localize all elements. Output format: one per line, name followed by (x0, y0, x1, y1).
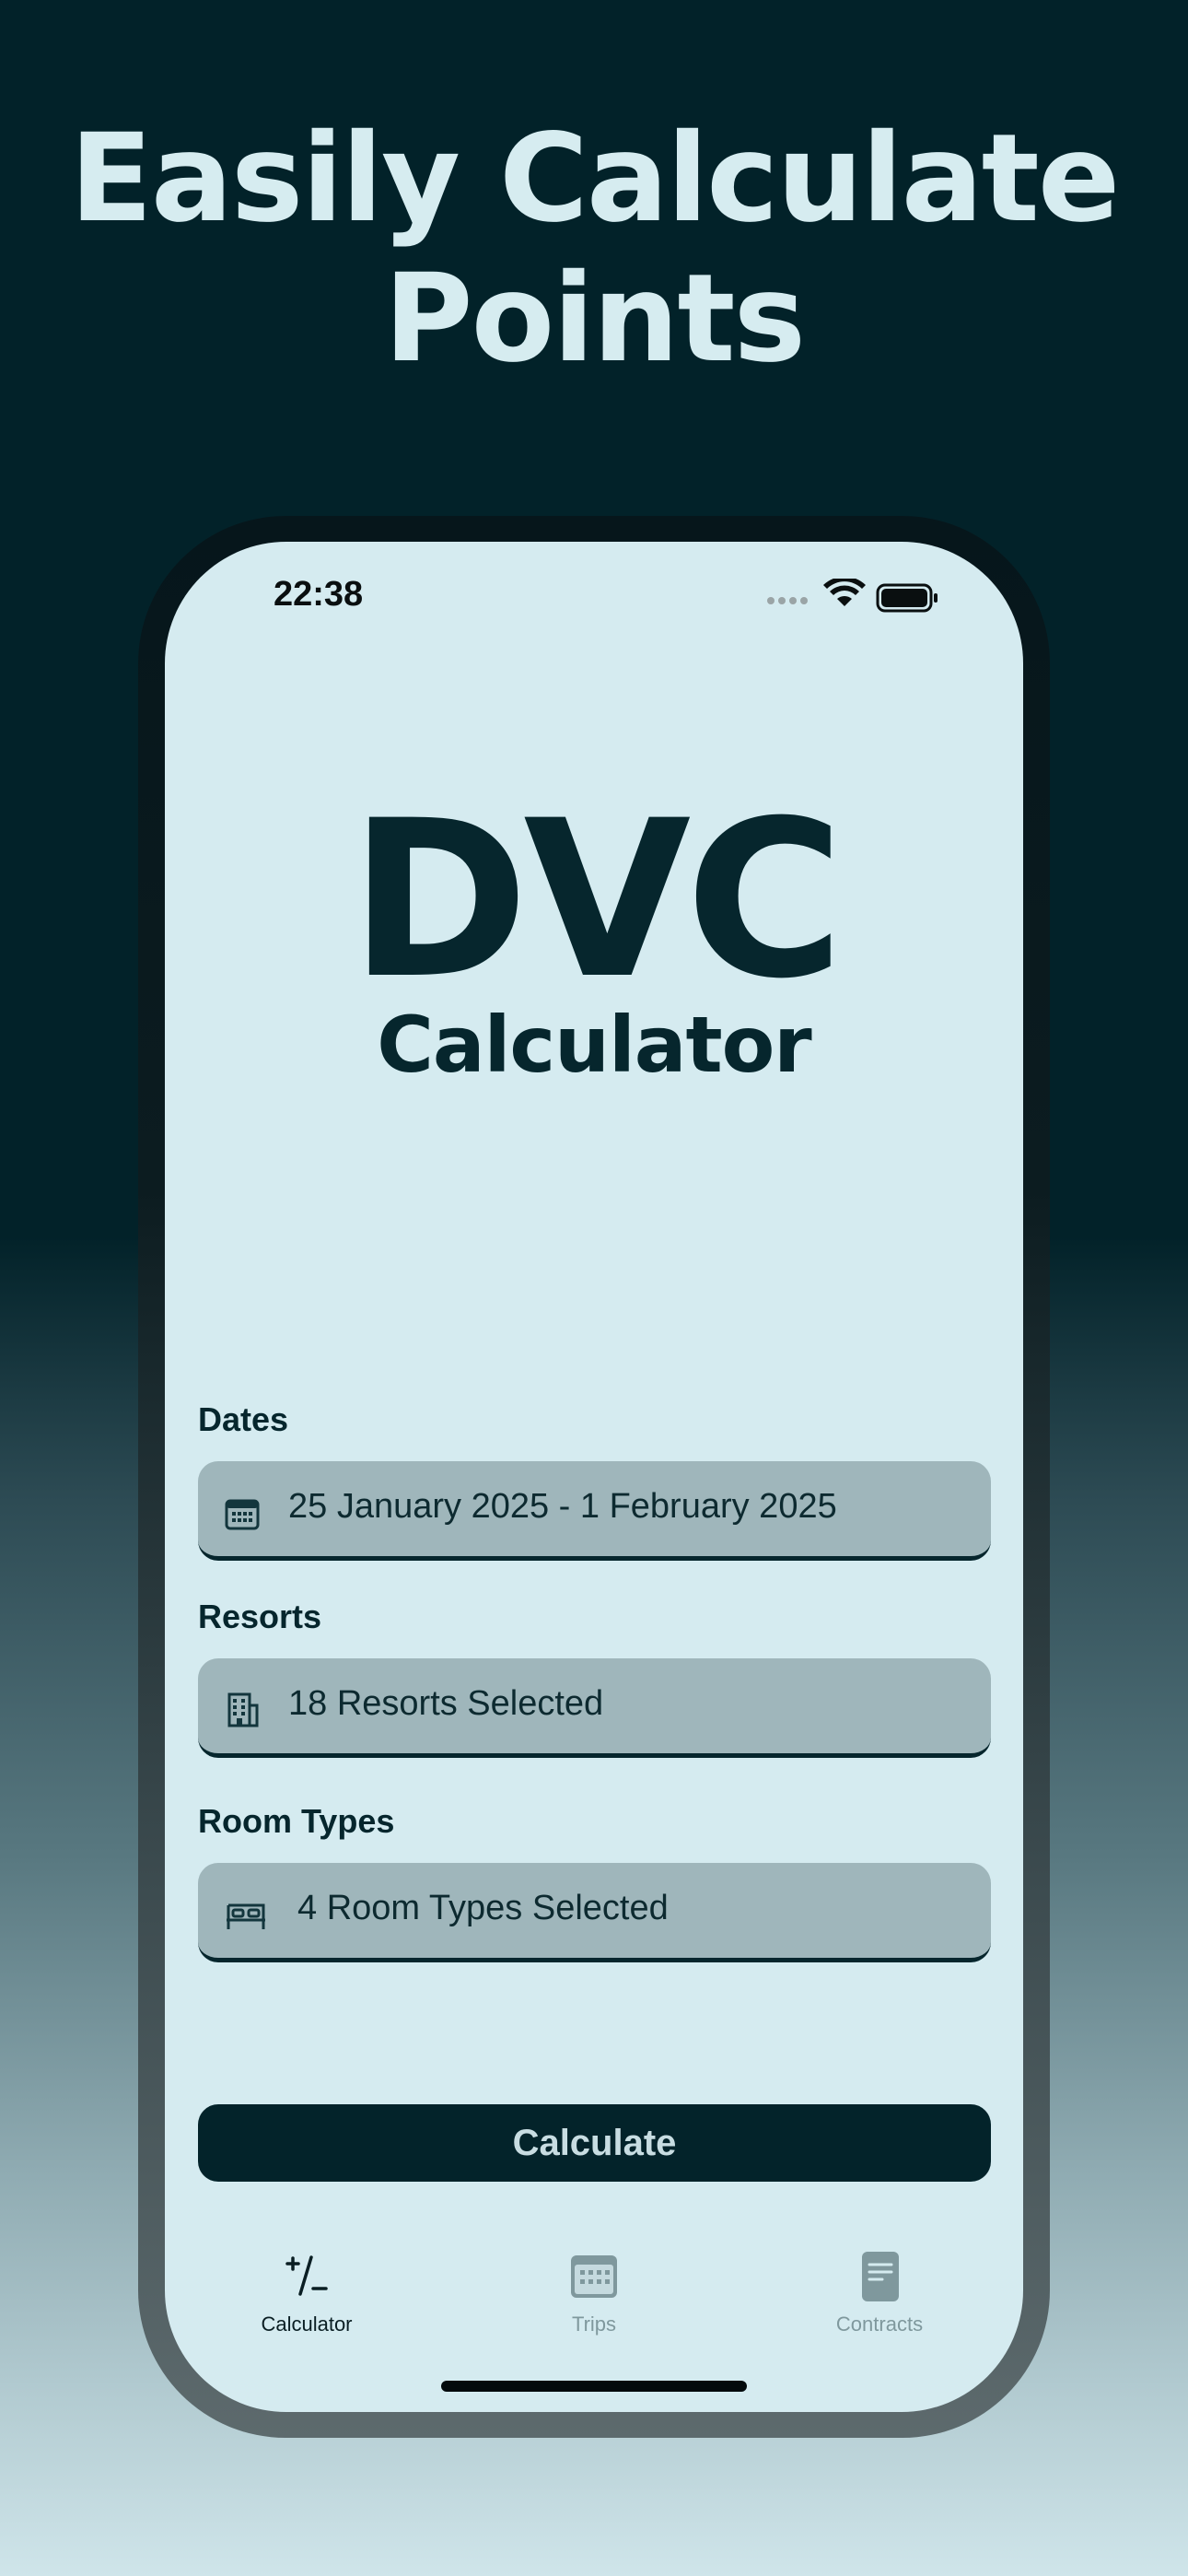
logo-subtitle: Calculator (377, 1000, 811, 1090)
signal-icon (767, 597, 808, 604)
building-icon (227, 1692, 259, 1727)
home-indicator (441, 2381, 747, 2392)
calendar-icon (225, 1499, 260, 1530)
phone-screen: 22:38 DVC Calculator Dates 25 January 20… (165, 542, 1023, 2412)
headline-line-1: Easily Calculate (69, 108, 1121, 250)
room-types-field[interactable]: 4 Room Types Selected (198, 1863, 991, 1962)
resorts-value: 18 Resorts Selected (288, 1684, 604, 1723)
calendar-icon (571, 2255, 617, 2298)
calculate-button[interactable]: Calculate (198, 2104, 991, 2182)
tab-trips[interactable]: Trips (502, 2252, 686, 2336)
tab-trips-label: Trips (571, 2313, 617, 2336)
dates-label: Dates (198, 1400, 289, 1438)
plus-slash-minus-icon (285, 2255, 328, 2296)
tab-bar: Calculator Trips Contracts (165, 2252, 1023, 2362)
headline-line-2: Points (383, 248, 806, 390)
dates-value: 25 January 2025 - 1 February 2025 (288, 1487, 837, 1526)
status-bar-icons (767, 579, 938, 613)
tab-calculator[interactable]: Calculator (215, 2252, 399, 2336)
wifi-icon (823, 579, 866, 606)
battery-icon (876, 583, 938, 613)
resorts-field[interactable]: 18 Resorts Selected (198, 1658, 991, 1758)
logo-title: DVC (349, 775, 844, 1026)
bed-icon (227, 1903, 265, 1929)
dates-field[interactable]: 25 January 2025 - 1 February 2025 (198, 1461, 991, 1561)
room-types-label: Room Types (198, 1802, 395, 1840)
status-bar-time: 22:38 (274, 575, 364, 614)
resorts-label: Resorts (198, 1598, 322, 1635)
tab-contracts-label: Contracts (835, 2313, 924, 2336)
document-icon (862, 2252, 899, 2301)
tab-calculator-label: Calculator (261, 2313, 353, 2336)
headline: Easily Calculate Points (0, 109, 1188, 389)
tab-contracts[interactable]: Contracts (787, 2252, 972, 2336)
room-types-value: 4 Room Types Selected (297, 1889, 669, 1927)
